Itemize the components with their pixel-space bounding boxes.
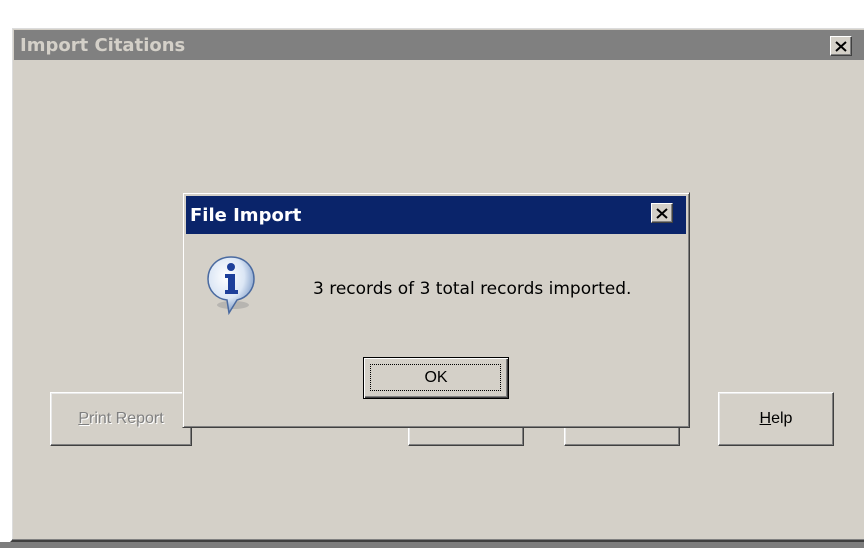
dialog-close-button[interactable] [651,203,673,223]
help-label: Help [759,410,793,427]
close-icon [835,40,847,52]
print-report-label: Print Report [78,410,164,427]
close-icon [656,207,668,219]
window-close-button[interactable] [830,36,852,56]
print-report-button[interactable]: Print Report [50,392,192,446]
window-title: Import Citations [20,34,186,56]
ok-label: OK [424,369,448,386]
info-icon [207,256,255,316]
window-titlebar[interactable]: Import Citations [14,30,864,60]
help-button[interactable]: Help [718,392,834,446]
dialog-title: File Import [190,204,302,226]
ok-button[interactable]: OK [363,357,509,399]
dialog-titlebar[interactable]: File Import [186,196,686,234]
dialog-message: 3 records of 3 total records imported. [313,279,632,299]
file-import-dialog: File Import 3 records of 3 total records… [182,192,690,428]
